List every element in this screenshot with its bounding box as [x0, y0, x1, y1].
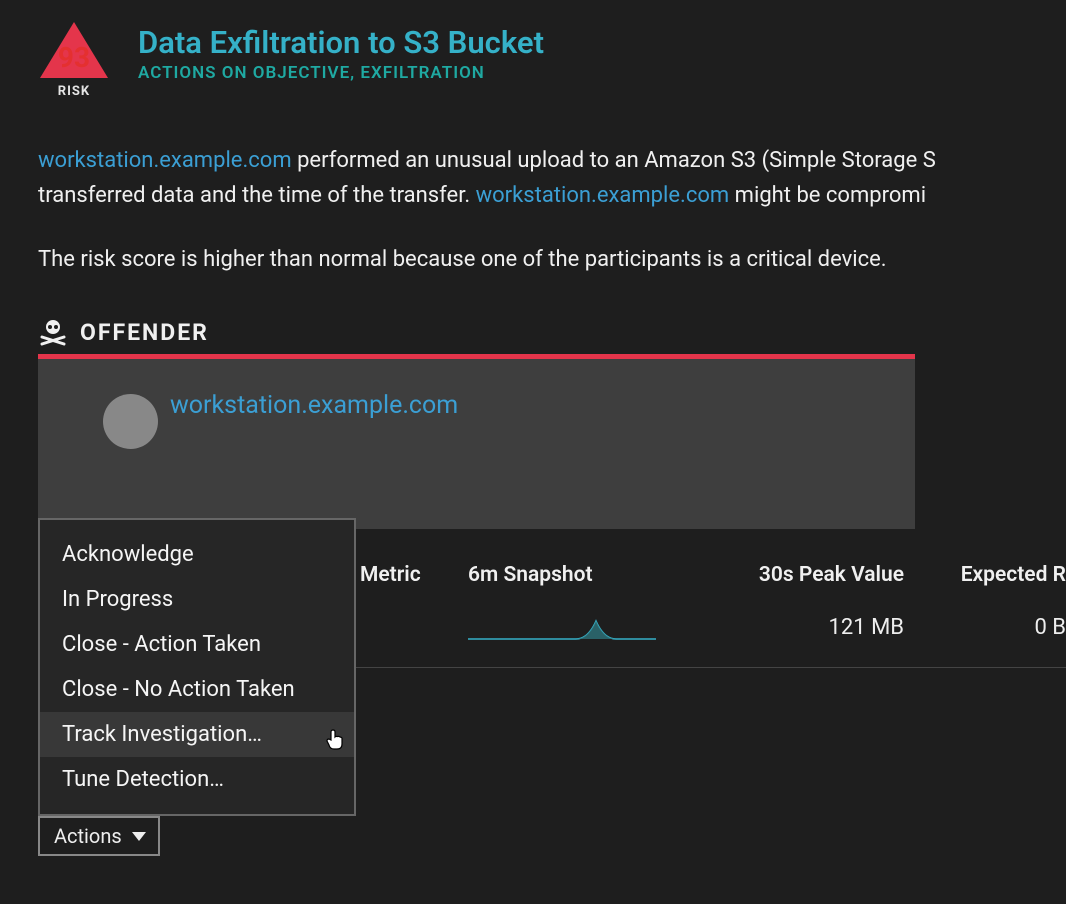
risk-label: RISK	[58, 84, 90, 99]
pointer-cursor-icon	[322, 726, 346, 752]
menu-item-label: Track Investigation…	[62, 722, 262, 747]
offender-host-link[interactable]: workstation.example.com	[170, 391, 915, 420]
risk-note: The risk score is higher than normal bec…	[38, 243, 1066, 276]
host-link[interactable]: workstation.example.com	[476, 183, 730, 208]
menu-item-close-action-taken[interactable]: Close - Action Taken	[40, 622, 354, 667]
risk-score-value: 93	[38, 41, 110, 74]
detection-categories: ACTIONS ON OBJECTIVE, EXFILTRATION	[138, 63, 544, 83]
desc-text: might be compromi	[729, 183, 926, 208]
menu-item-track-investigation[interactable]: Track Investigation…	[40, 712, 354, 757]
menu-item-close-no-action[interactable]: Close - No Action Taken	[40, 667, 354, 712]
host-link[interactable]: workstation.example.com	[38, 148, 292, 173]
peak-value: 121 MB	[714, 615, 904, 640]
skull-crossbones-icon	[38, 318, 68, 346]
col-peak-header: 30s Peak Value	[714, 563, 904, 587]
menu-item-tune-detection[interactable]: Tune Detection…	[40, 757, 354, 802]
detection-title: Data Exfiltration to S3 Bucket	[138, 24, 544, 61]
sparkline-snapshot	[468, 609, 714, 645]
actions-button[interactable]: Actions	[38, 816, 160, 856]
avatar	[103, 394, 158, 449]
offender-title: OFFENDER	[80, 319, 209, 346]
offender-section-header: OFFENDER	[38, 318, 1066, 346]
detection-header: 93 RISK Data Exfiltration to S3 Bucket A…	[38, 20, 1066, 99]
offender-card: workstation.example.com	[38, 354, 915, 529]
col-expected-header: Expected R	[904, 563, 1066, 587]
actions-button-label: Actions	[54, 824, 122, 848]
desc-text: transferred data and the time of the tra…	[38, 183, 476, 208]
menu-item-in-progress[interactable]: In Progress	[40, 577, 354, 622]
chevron-down-icon	[132, 832, 146, 841]
expected-value: 0 B	[904, 615, 1066, 640]
actions-menu: Acknowledge In Progress Close - Action T…	[38, 518, 356, 816]
risk-badge: 93 RISK	[38, 20, 110, 99]
menu-item-acknowledge[interactable]: Acknowledge	[40, 532, 354, 577]
desc-text: performed an unusual upload to an Amazon…	[292, 148, 936, 173]
risk-triangle-icon: 93	[38, 20, 110, 80]
col-snapshot-header: 6m Snapshot	[468, 563, 714, 587]
detection-description: workstation.example.com performed an unu…	[38, 143, 1066, 213]
